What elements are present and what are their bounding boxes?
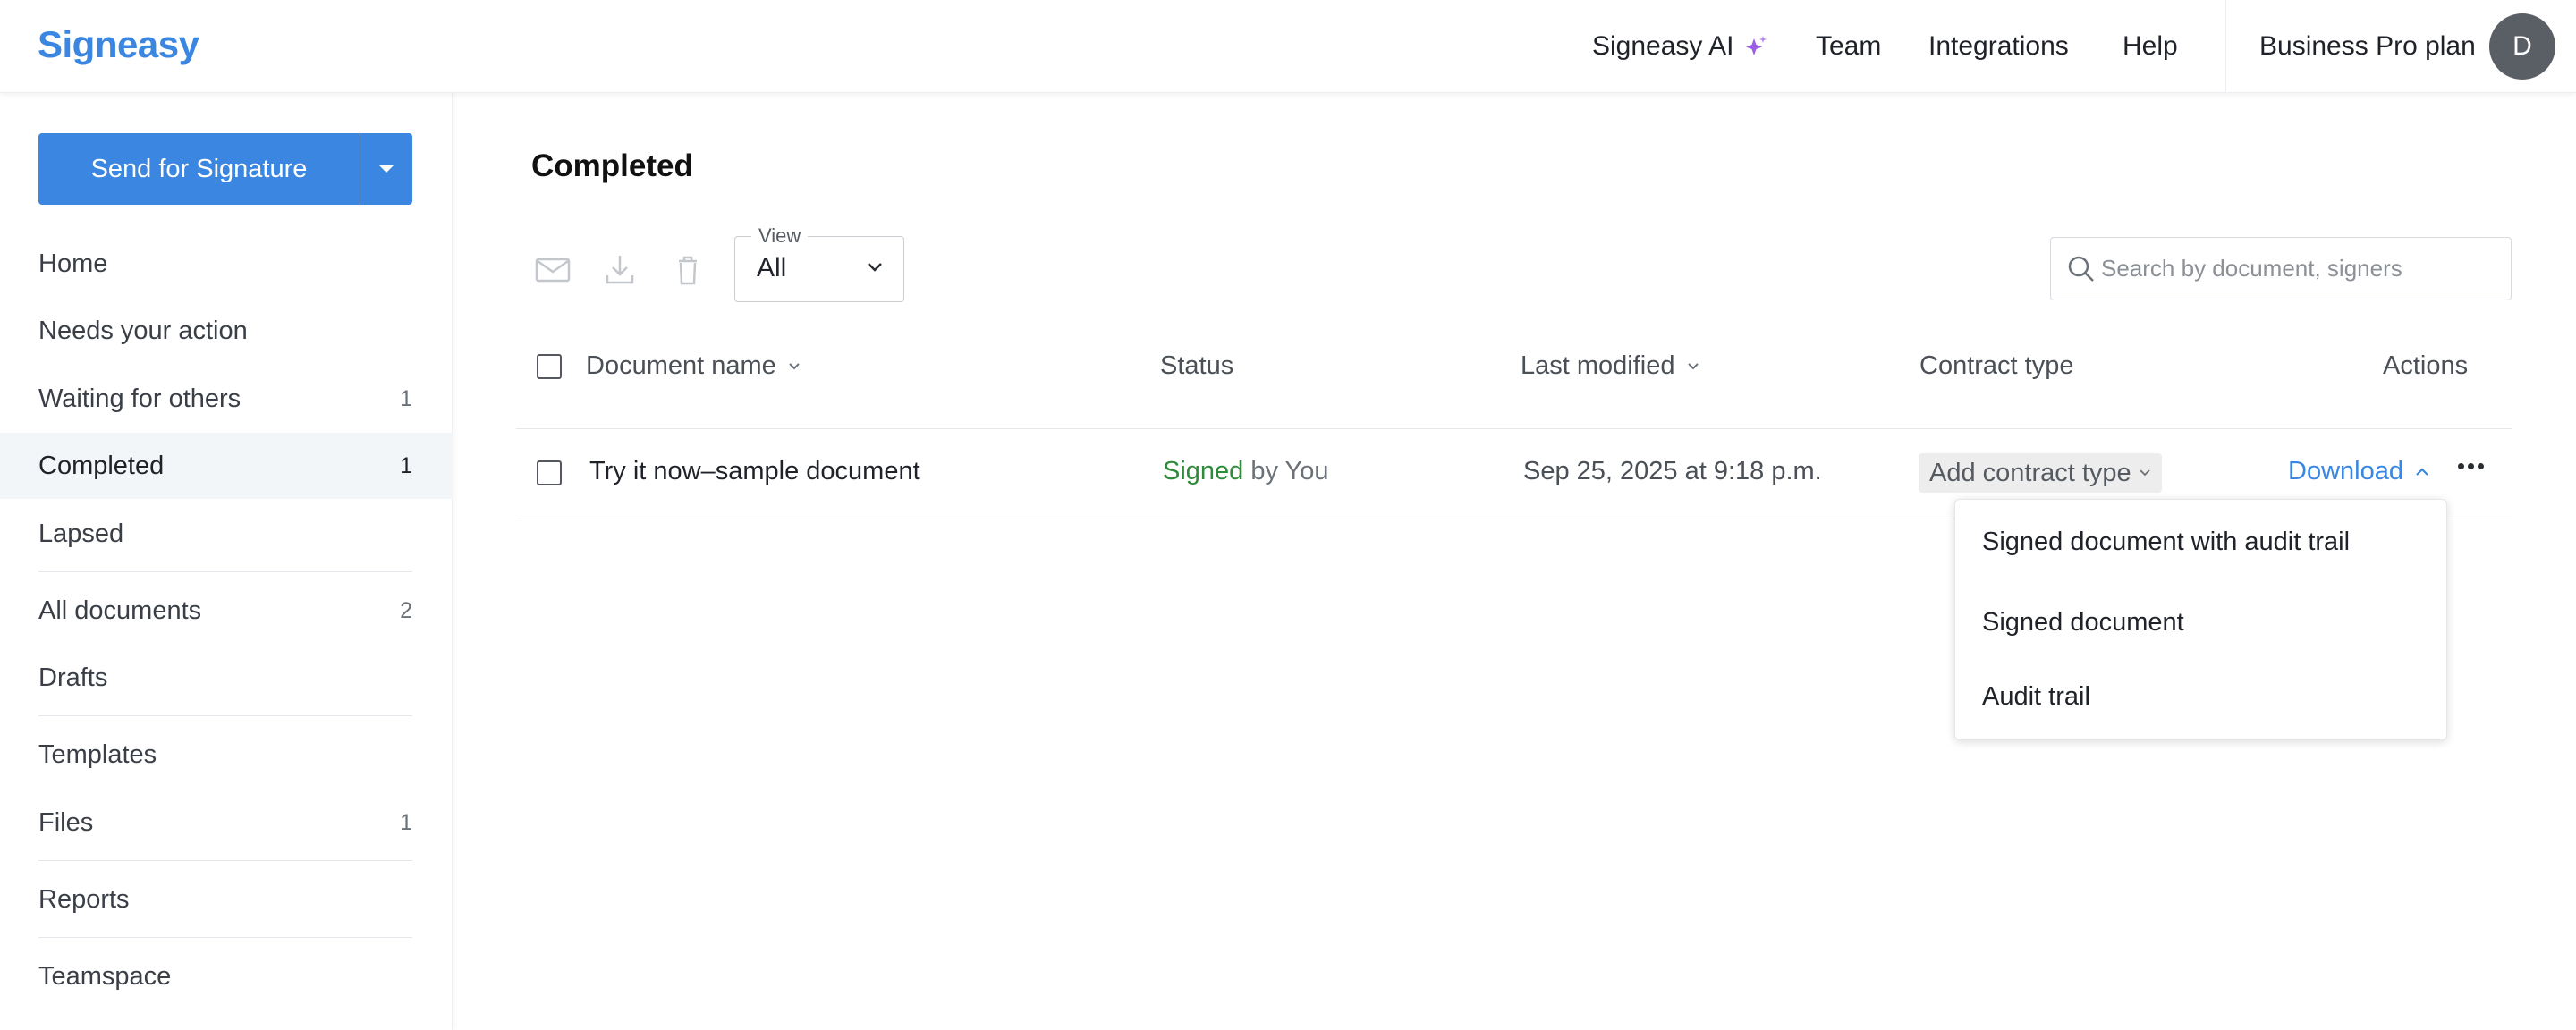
sidebar-divider bbox=[38, 715, 412, 716]
nav-integrations[interactable]: Integrations bbox=[1928, 0, 2069, 93]
send-for-signature-main[interactable]: Send for Signature bbox=[38, 133, 360, 205]
sidebar-item-label: Drafts bbox=[38, 663, 108, 692]
sidebar-item-drafts[interactable]: Drafts bbox=[0, 645, 453, 711]
row-checkbox[interactable] bbox=[537, 460, 562, 485]
column-label: Last modified bbox=[1521, 351, 1675, 380]
column-contract-type: Contract type bbox=[1919, 351, 2073, 381]
send-for-signature-button: Send for Signature bbox=[38, 133, 412, 205]
sidebar: Send for Signature Home Needs your actio… bbox=[0, 93, 453, 1030]
select-all-checkbox[interactable] bbox=[537, 354, 562, 379]
menu-item-signed-document-with-audit-trail[interactable]: Signed document with audit trail bbox=[1982, 528, 2350, 557]
menu-item-audit-trail[interactable]: Audit trail bbox=[1982, 682, 2090, 712]
column-status: Status bbox=[1160, 351, 1233, 381]
view-filter-value: All bbox=[757, 253, 787, 283]
sidebar-item-templates[interactable]: Templates bbox=[0, 722, 453, 788]
nav-team[interactable]: Team bbox=[1816, 0, 1881, 93]
search-box[interactable] bbox=[2050, 237, 2512, 300]
sidebar-divider bbox=[38, 571, 412, 572]
trash-icon[interactable] bbox=[668, 252, 708, 288]
sidebar-divider bbox=[38, 860, 412, 861]
sidebar-item-lapsed[interactable]: Lapsed bbox=[0, 501, 453, 567]
download-menu: Signed document with audit trail Signed … bbox=[1954, 499, 2447, 740]
sidebar-item-label: Reports bbox=[38, 884, 130, 914]
top-header: Signeasy Signeasy AI Team Integrations H… bbox=[0, 0, 2576, 93]
sidebar-item-completed[interactable]: Completed 1 bbox=[0, 433, 453, 499]
nav-signeasy-ai[interactable]: Signeasy AI bbox=[1592, 0, 1769, 93]
nav-team-label[interactable]: Team bbox=[1816, 31, 1881, 62]
column-document-name[interactable]: Document name bbox=[586, 351, 801, 381]
sidebar-item-waiting-for-others[interactable]: Waiting for others 1 bbox=[0, 366, 453, 432]
view-filter-select[interactable]: View All bbox=[734, 224, 904, 302]
page-title: Completed bbox=[531, 148, 693, 183]
sidebar-item-label: Templates bbox=[38, 739, 157, 769]
document-name-link[interactable]: Try it now–sample document bbox=[589, 457, 920, 486]
sidebar-item-reports[interactable]: Reports bbox=[0, 866, 453, 933]
sidebar-item-count: 2 bbox=[400, 597, 412, 623]
signeasy-logo[interactable]: Signeasy bbox=[38, 23, 199, 66]
sidebar-item-needs-your-action[interactable]: Needs your action bbox=[0, 298, 453, 364]
column-label: Document name bbox=[586, 351, 776, 380]
sidebar-item-teamspace[interactable]: Teamspace bbox=[0, 943, 453, 1009]
nav-help[interactable]: Help bbox=[2123, 0, 2178, 93]
column-label: Actions bbox=[2383, 351, 2469, 380]
plan-label[interactable]: Business Pro plan bbox=[2259, 31, 2476, 62]
sidebar-item-count: 1 bbox=[400, 809, 412, 835]
sidebar-item-label: Completed bbox=[38, 451, 165, 480]
mail-icon[interactable] bbox=[533, 252, 572, 288]
download-button[interactable]: Download bbox=[2288, 457, 2430, 486]
last-modified-cell: Sep 25, 2025 at 9:18 p.m. bbox=[1523, 457, 1822, 485]
table-divider bbox=[516, 428, 2512, 429]
status-cell: Signed by You bbox=[1163, 457, 1328, 486]
column-actions: Actions bbox=[2383, 351, 2468, 381]
nav-signeasy-ai-label[interactable]: Signeasy AI bbox=[1592, 31, 1733, 62]
chevron-up-icon bbox=[2416, 467, 2428, 476]
more-options-icon[interactable] bbox=[2458, 463, 2484, 469]
menu-item-signed-document[interactable]: Signed document bbox=[1982, 608, 2184, 637]
chevron-down-icon bbox=[2140, 469, 2150, 477]
sidebar-item-files[interactable]: Files 1 bbox=[0, 789, 453, 856]
download-icon[interactable] bbox=[600, 252, 640, 288]
column-last-modified[interactable]: Last modified bbox=[1521, 351, 1700, 381]
sidebar-item-label: Files bbox=[38, 807, 94, 837]
account-area[interactable]: Business Pro plan D bbox=[2225, 0, 2576, 93]
view-filter-label: View bbox=[751, 224, 809, 248]
sidebar-item-all-documents[interactable]: All documents 2 bbox=[0, 578, 453, 644]
nav-help-label[interactable]: Help bbox=[2123, 31, 2178, 62]
sparkle-icon bbox=[1746, 36, 1767, 55]
sidebar-divider bbox=[38, 937, 412, 938]
send-options-dropdown-button[interactable] bbox=[360, 133, 412, 205]
sidebar-item-label: Waiting for others bbox=[38, 384, 242, 413]
chevron-down-icon bbox=[789, 362, 800, 369]
chevron-down-icon bbox=[1687, 362, 1699, 369]
avatar[interactable]: D bbox=[2489, 13, 2555, 80]
status-by-label: by You bbox=[1243, 457, 1329, 485]
nav-integrations-label[interactable]: Integrations bbox=[1928, 31, 2069, 62]
search-input[interactable] bbox=[2101, 238, 2495, 299]
column-label: Contract type bbox=[1919, 351, 2074, 380]
contract-type-label: Add contract type bbox=[1929, 458, 2131, 487]
sidebar-item-count: 1 bbox=[400, 452, 412, 478]
sidebar-item-label: All documents bbox=[38, 595, 202, 625]
sidebar-item-count: 1 bbox=[400, 385, 412, 411]
sidebar-item-label: Lapsed bbox=[38, 519, 124, 548]
caret-down-icon bbox=[379, 165, 394, 173]
chevron-down-icon bbox=[868, 263, 882, 272]
sidebar-item-label: Needs your action bbox=[38, 316, 248, 345]
sidebar-item-label: Teamspace bbox=[38, 961, 172, 991]
column-label: Status bbox=[1160, 351, 1234, 380]
sidebar-item-label: Home bbox=[38, 249, 108, 278]
download-label: Download bbox=[2288, 457, 2403, 485]
search-icon bbox=[2068, 256, 2094, 282]
status-signed-label: Signed bbox=[1163, 457, 1244, 485]
sidebar-item-home[interactable]: Home bbox=[0, 231, 453, 297]
add-contract-type-button[interactable]: Add contract type bbox=[1919, 453, 2162, 493]
